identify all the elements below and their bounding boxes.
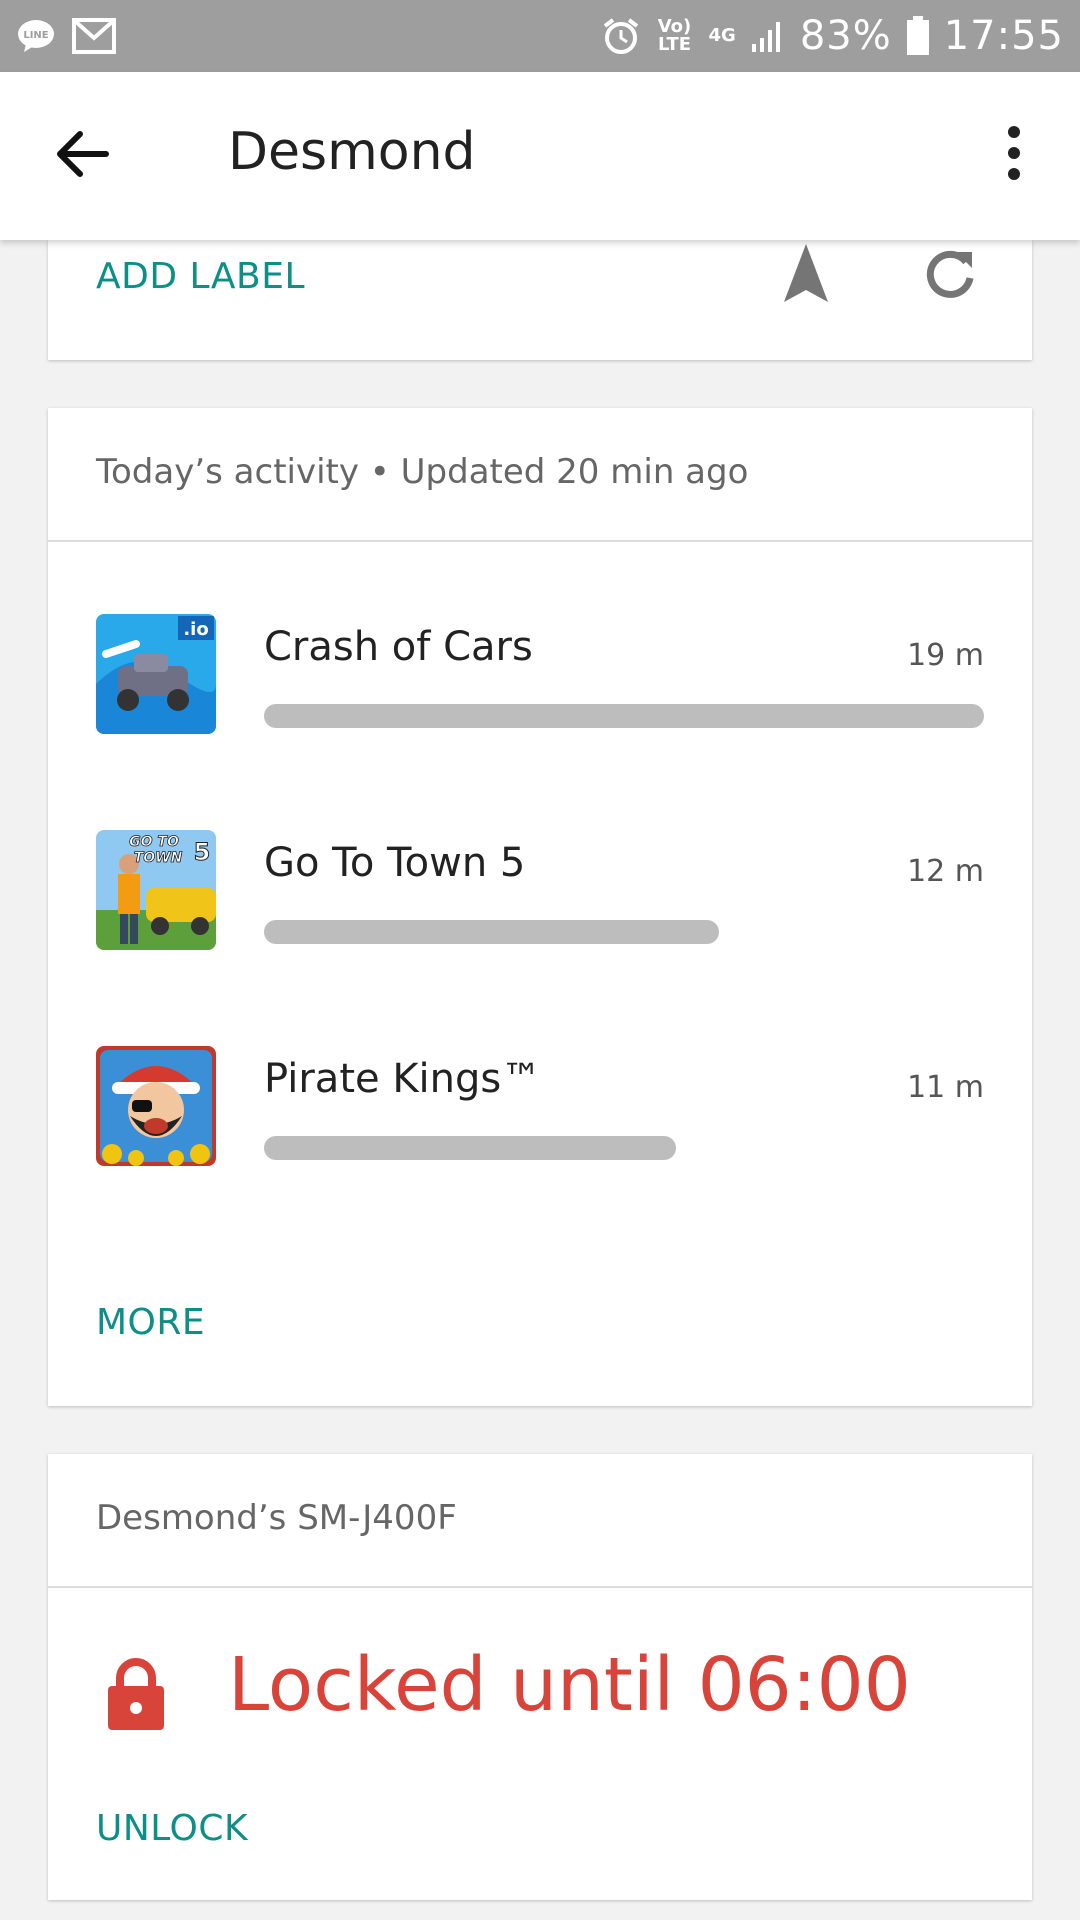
device-card: Desmond’s SM-J400F Locked until 06:00 UN… [48, 1454, 1032, 1900]
app-usage-time: 11 m [907, 1070, 984, 1105]
svg-text:GO TO: GO TO [129, 834, 179, 850]
refresh-button[interactable] [920, 244, 980, 304]
usage-bar [264, 704, 984, 728]
label-card: ADD LABEL [48, 240, 1032, 360]
svg-text:TOWN: TOWN [134, 850, 183, 866]
page-title: Desmond [228, 122, 476, 182]
app-name: Go To Town 5 [264, 840, 526, 886]
app-bar: Desmond [0, 72, 1080, 240]
more-vert-icon [1008, 126, 1020, 138]
usage-bar [264, 920, 719, 944]
device-name: Desmond’s SM-J400F [96, 1498, 457, 1538]
app-usage-time: 12 m [907, 854, 984, 889]
overflow-menu-button[interactable] [996, 126, 1032, 186]
alarm-icon [603, 18, 638, 54]
pirate-kings-app-icon [96, 1046, 216, 1166]
network-type-indicator: 4G [708, 25, 736, 46]
line-app-icon: LINE [18, 20, 54, 52]
go-to-town-5-app-icon: GO TO TOWN 5 [96, 830, 216, 950]
gmail-icon [72, 18, 116, 54]
app-row-go-to-town-5[interactable]: GO TO TOWN 5 Go To Town 5 12 m [48, 830, 1032, 950]
device-header: Desmond’s SM-J400F [48, 1454, 1032, 1588]
volte-indicator: Vo) LTE [657, 16, 692, 55]
activity-header-text: Today’s activity • Updated 20 min ago [96, 452, 749, 492]
app-row-crash-of-cars[interactable]: .io Crash of Cars 19 m [48, 614, 1032, 734]
refresh-icon [926, 250, 974, 298]
app-row-pirate-kings[interactable]: Pirate Kings™ 11 m [48, 1046, 1032, 1166]
navigation-arrow-icon [784, 244, 828, 302]
locked-status-text: Locked until 06:00 [228, 1642, 911, 1728]
more-button[interactable]: MORE [96, 1302, 205, 1343]
signal-icon [751, 22, 780, 52]
clock: 17:55 [943, 13, 1064, 59]
status-bar: LINE Vo) LTE 4G 83% 17:55 [0, 0, 1080, 72]
app-usage-time: 19 m [907, 638, 984, 673]
crash-of-cars-app-icon: .io [96, 614, 216, 734]
app-name: Pirate Kings™ [264, 1056, 542, 1102]
svg-text:.io: .io [183, 619, 208, 640]
lock-icon [106, 1656, 166, 1732]
svg-text:5: 5 [194, 838, 211, 866]
unlock-button[interactable]: UNLOCK [96, 1808, 248, 1849]
activity-card: Today’s activity • Updated 20 min ago .i… [48, 408, 1032, 1406]
add-label-button[interactable]: ADD LABEL [96, 256, 305, 297]
battery-percent: 83% [799, 13, 892, 59]
activity-header: Today’s activity • Updated 20 min ago [48, 408, 1032, 542]
battery-icon [906, 16, 929, 55]
location-button[interactable] [776, 240, 836, 304]
back-button[interactable] [52, 122, 116, 186]
arrow-back-icon [57, 131, 109, 177]
app-name: Crash of Cars [264, 624, 533, 670]
usage-bar [264, 1136, 676, 1160]
svg-text:LINE: LINE [23, 30, 48, 41]
